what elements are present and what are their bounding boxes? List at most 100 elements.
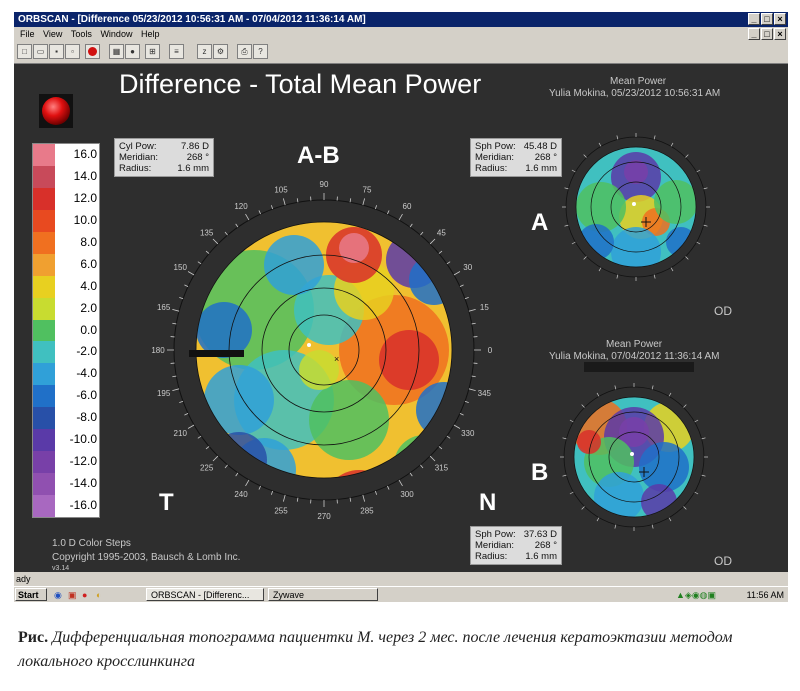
menu-view[interactable]: View — [43, 29, 62, 39]
angle-tick — [446, 261, 451, 265]
new-file-icon[interactable]: □ — [17, 44, 32, 59]
angle-tick — [596, 517, 600, 522]
map-b-header-patient: Yulia Mokina, 07/04/2012 11:36:14 AM — [549, 351, 720, 362]
save-as-icon[interactable]: ▫ — [65, 44, 80, 59]
angle-tick — [569, 491, 574, 495]
quicklaunch-record-icon[interactable]: ● — [82, 587, 87, 602]
angle-label: 315 — [435, 463, 449, 472]
angle-label: 45 — [437, 229, 446, 238]
angle-tick — [429, 238, 436, 245]
angle-label: 195 — [157, 389, 171, 398]
angle-tick — [296, 198, 299, 203]
maximize-button[interactable]: □ — [761, 13, 773, 25]
map-b-info-box: Sph Pow: 37.63 D Meridian: 268 ° Radius: 1.… — [470, 526, 562, 565]
angle-tick — [438, 446, 443, 450]
help-icon[interactable]: ? — [253, 44, 268, 59]
color-scale-legend: 16.0 14.0 12.0 10.0 8.0 6.0 4.0 2.0 0.0 -2.0 -4.0 -… — [32, 143, 100, 518]
tools-icon[interactable]: ⚙ — [213, 44, 228, 59]
cyl-pow-label: Cyl Pow: — [119, 141, 157, 152]
scale-row: 4.0 — [33, 275, 99, 298]
scale-row: 12.0 — [33, 187, 99, 210]
radius-value: 1.6 mm — [525, 551, 557, 562]
status-text: ady — [16, 574, 31, 584]
angle-tick — [362, 494, 366, 502]
angle-tick — [571, 169, 576, 173]
scale-swatch — [33, 429, 55, 452]
quicklaunch-app-icon[interactable]: ▣ — [68, 587, 77, 602]
color-region — [339, 233, 369, 263]
angle-tick — [387, 485, 390, 490]
menu-tools[interactable]: Tools — [71, 29, 92, 39]
angle-tick — [694, 419, 699, 423]
difference-topography-map[interactable]: 9075604530150345330315300285270255240225… — [144, 170, 504, 530]
angle-tick — [685, 154, 689, 158]
mean-power-map-a[interactable] — [561, 132, 711, 282]
angle-tick — [701, 474, 706, 477]
angle-tick — [420, 231, 424, 236]
map-color-field — [576, 147, 696, 267]
tray-icons[interactable]: ▲◈◉◍▣ — [676, 587, 716, 602]
scale-swatch — [33, 319, 55, 342]
angle-tick — [583, 154, 587, 158]
window-titlebar[interactable]: ORBSCAN - [Difference 05/23/2012 10:56:3… — [14, 12, 788, 27]
zoom-icon[interactable]: z — [197, 44, 212, 59]
compare-icon[interactable]: ⊞ — [145, 44, 160, 59]
angle-label: 180 — [151, 346, 165, 355]
close-button[interactable]: × — [774, 13, 786, 25]
mdi-restore-button[interactable]: □ — [761, 28, 773, 40]
start-button[interactable]: Start — [15, 588, 47, 601]
quicklaunch-media-icon[interactable]: ◐ — [96, 587, 101, 602]
meridian-label: Meridian: — [475, 152, 515, 163]
angle-tick — [179, 400, 184, 404]
angle-tick — [374, 205, 378, 210]
angle-tick — [670, 267, 674, 272]
version-label: v3.14 — [52, 565, 70, 572]
taskbar-orbscan[interactable]: ORBSCAN - [Differenc... — [146, 588, 264, 601]
taskbar-zywave[interactable]: Zywave — [268, 588, 378, 601]
quicklaunch-ie-icon[interactable]: ◉ — [54, 587, 62, 602]
grid-view-icon[interactable]: ▦ — [109, 44, 124, 59]
color-region — [578, 224, 614, 260]
color-region — [309, 380, 389, 460]
angle-tick — [471, 322, 476, 325]
angle-tick — [179, 296, 184, 300]
print-icon[interactable]: ⎙ — [237, 44, 252, 59]
angle-tick — [670, 142, 674, 147]
angle-tick — [683, 404, 687, 408]
main-map-label: A-B — [297, 142, 340, 169]
angle-tick — [453, 271, 461, 276]
angle-tick — [409, 223, 413, 228]
menu-help[interactable]: Help — [141, 29, 160, 39]
scale-row: 14.0 — [33, 165, 99, 188]
cyl-pow-value: 7.86 D — [181, 141, 209, 152]
scale-row: 10.0 — [33, 209, 99, 232]
angle-label: 30 — [463, 263, 472, 272]
menu-file[interactable]: File — [20, 29, 35, 39]
angle-tick — [464, 296, 469, 300]
mdi-minimize-button[interactable]: _ — [748, 28, 760, 40]
scale-row: 16.0 — [33, 144, 99, 166]
axis-icon[interactable]: ≡ — [169, 44, 184, 59]
figure-caption: Рис. Дифференциальная топограмма пациент… — [18, 626, 788, 674]
menu-window[interactable]: Window — [100, 29, 132, 39]
map-a-header-type: Mean Power — [610, 76, 667, 87]
angle-tick — [598, 142, 602, 147]
angle-label: 105 — [274, 186, 288, 195]
menu-bar: File View Tools Window Help _ □ × — [14, 27, 788, 41]
mdi-close-button[interactable]: × — [774, 28, 786, 40]
scale-swatch — [33, 165, 55, 188]
angle-tick — [296, 497, 299, 502]
angle-tick — [694, 491, 699, 495]
color-region — [577, 430, 601, 454]
eye-view-icon[interactable]: ● — [125, 44, 140, 59]
map-a-header-patient: Yulia Mokina, 05/23/2012 10:56:31 AM — [549, 88, 721, 99]
angle-tick — [212, 238, 219, 245]
scale-row: -4.0 — [33, 363, 99, 386]
mean-power-map-b[interactable] — [559, 382, 709, 532]
open-folder-icon[interactable]: ▭ — [33, 44, 48, 59]
minimize-button[interactable]: _ — [748, 13, 760, 25]
redaction-mark — [189, 350, 244, 357]
meridian-value: 268 ° — [186, 152, 209, 163]
save-icon[interactable]: ▪ — [49, 44, 64, 59]
record-icon[interactable] — [85, 44, 100, 59]
